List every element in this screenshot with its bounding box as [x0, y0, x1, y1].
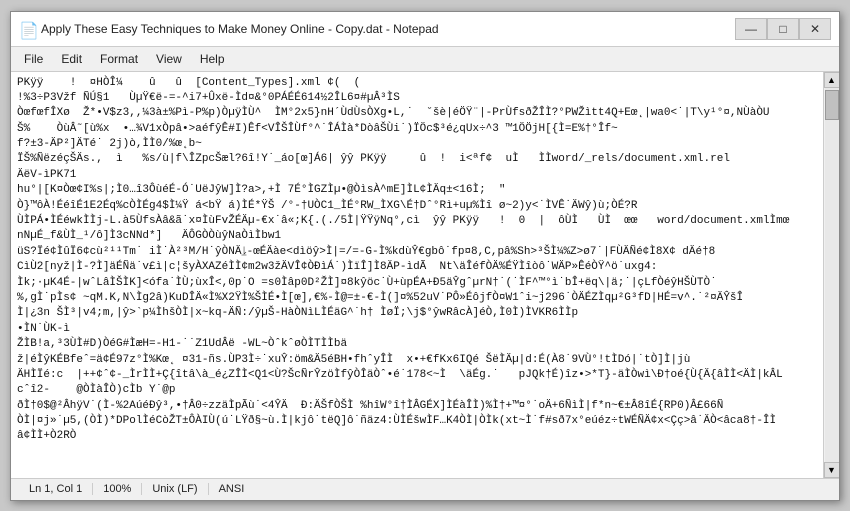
text-editor[interactable]: PKÿÿ ! ¤HÒÎ¼ û û [Content_Types].xml ¢( … [11, 72, 823, 478]
title-bar: 📄 Apply These Easy Techniques to Make Mo… [11, 12, 839, 47]
title-controls: — □ ✕ [735, 18, 831, 40]
close-button[interactable]: ✕ [799, 18, 831, 40]
maximize-button[interactable]: □ [767, 18, 799, 40]
zoom-level: 100% [93, 483, 142, 495]
menu-help[interactable]: Help [191, 49, 234, 69]
window-title: Apply These Easy Techniques to Make Mone… [41, 22, 439, 36]
line-ending: Unix (LF) [142, 483, 208, 495]
content-area: PKÿÿ ! ¤HÒÎ¼ û û [Content_Types].xml ¢( … [11, 72, 839, 478]
vertical-scrollbar[interactable]: ▲ ▼ [823, 72, 839, 478]
scroll-thumb[interactable] [825, 90, 839, 120]
status-bar: Ln 1, Col 1 100% Unix (LF) ANSI [11, 478, 839, 500]
scroll-track [825, 88, 839, 462]
title-left: 📄 Apply These Easy Techniques to Make Mo… [19, 21, 439, 37]
scroll-up-button[interactable]: ▲ [824, 72, 840, 88]
cursor-position: Ln 1, Col 1 [19, 483, 93, 495]
menu-file[interactable]: File [15, 49, 52, 69]
menu-format[interactable]: Format [91, 49, 147, 69]
encoding: ANSI [209, 483, 255, 495]
app-icon: 📄 [19, 21, 35, 37]
minimize-button[interactable]: — [735, 18, 767, 40]
notepad-window: 📄 Apply These Easy Techniques to Make Mo… [10, 11, 840, 501]
menu-view[interactable]: View [147, 49, 191, 69]
scroll-down-button[interactable]: ▼ [824, 462, 840, 478]
menu-bar: File Edit Format View Help [11, 47, 839, 72]
menu-edit[interactable]: Edit [52, 49, 91, 69]
